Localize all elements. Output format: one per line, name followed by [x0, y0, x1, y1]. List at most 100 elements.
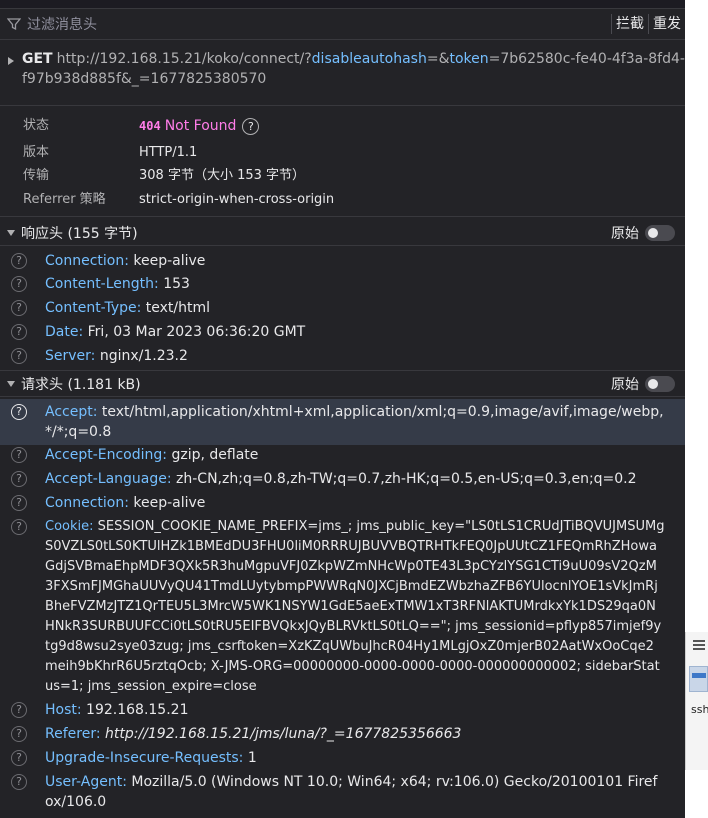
- header-row[interactable]: ? Server: nginx/1.23.2: [0, 346, 685, 366]
- top-tab-strip: [0, 0, 685, 9]
- filter-icon: [7, 18, 21, 31]
- header-row[interactable]: ? Upgrade-Insecure-Requests: 1: [0, 748, 685, 768]
- header-value: keep-alive: [133, 495, 206, 511]
- header-name: Accept-Encoding:: [45, 447, 168, 463]
- section-title: 响应头 (155 字节): [21, 226, 138, 242]
- summary-status-row: 状态 404 Not Found?: [23, 117, 260, 136]
- help-icon[interactable]: ?: [11, 702, 27, 718]
- header-name: Cookie:: [45, 519, 94, 534]
- url-prefix: http://192.168.15.21/koko/connect/?: [56, 51, 312, 67]
- header-value: 153: [163, 276, 190, 292]
- collapse-triangle-icon[interactable]: [7, 230, 15, 236]
- filter-bar: 过滤消息头 拦截 重发: [0, 9, 685, 40]
- header-row[interactable]: ? Accept-Encoding: gzip, deflate: [0, 445, 685, 465]
- help-icon[interactable]: ?: [11, 404, 27, 420]
- summary-transfer-row: 传输 308 字节（大小 153 字节）: [23, 167, 305, 185]
- help-icon[interactable]: ?: [11, 253, 27, 269]
- help-icon[interactable]: ?: [242, 118, 260, 135]
- header-name: Content-Length:: [45, 276, 159, 292]
- header-name: Accept:: [45, 404, 98, 420]
- header-name: User-Agent:: [45, 774, 127, 790]
- summary-label: 版本: [23, 145, 50, 160]
- filter-headers-input[interactable]: 过滤消息头: [27, 14, 611, 34]
- raw-toggle-label: 原始: [611, 377, 639, 393]
- request-method: GET: [22, 51, 53, 67]
- header-value: zh-CN,zh;q=0.8,zh-TW;q=0.7,zh-HK;q=0.5,e…: [176, 471, 637, 487]
- header-value: text/html: [145, 300, 211, 316]
- section-title: 请求头 (1.181 kB): [21, 377, 141, 393]
- help-icon[interactable]: ?: [11, 726, 27, 742]
- header-value: gzip, deflate: [171, 447, 259, 463]
- header-value: SESSION_COOKIE_NAME_PREFIX=jms_; jms_pub…: [45, 519, 665, 694]
- background-sidebar-widget: [685, 632, 708, 770]
- header-row[interactable]: ? User-Agent: Mozilla/5.0 (Windows NT 10…: [0, 772, 685, 812]
- header-value: Fri, 03 Mar 2023 06:36:20 GMT: [87, 324, 306, 340]
- header-name: Content-Type:: [45, 300, 142, 316]
- header-row-cookie[interactable]: ? Cookie: SESSION_COOKIE_NAME_PREFIX=jms…: [0, 517, 685, 697]
- help-icon[interactable]: ?: [11, 750, 27, 766]
- block-button[interactable]: 拦截: [611, 14, 648, 34]
- hamburger-menu-icon[interactable]: [693, 640, 705, 650]
- header-value: keep-alive: [133, 253, 206, 269]
- header-row[interactable]: ? Referer: http://192.168.15.21/jms/luna…: [0, 724, 685, 744]
- header-value: text/html,application/xhtml+xml,applicat…: [45, 404, 664, 440]
- header-value: http://192.168.15.21/jms/luna/?_=1677825…: [105, 726, 462, 742]
- header-row[interactable]: ? Date: Fri, 03 Mar 2023 06:36:20 GMT: [0, 322, 685, 342]
- summary-value: 308 字节（大小 153 字节）: [139, 168, 306, 183]
- raw-toggle[interactable]: [645, 225, 675, 241]
- header-name: Referer:: [45, 726, 101, 742]
- side-strip-label: ssh: [691, 703, 708, 716]
- request-url-line[interactable]: GET http://192.168.15.21/koko/connect/?di…: [0, 49, 685, 89]
- header-row[interactable]: ? Host: 192.168.15.21: [0, 700, 685, 720]
- header-row[interactable]: ? Content-Type: text/html: [0, 298, 685, 318]
- status-text: Not Found: [164, 118, 237, 134]
- header-name: Upgrade-Insecure-Requests:: [45, 750, 244, 766]
- help-icon[interactable]: ?: [11, 348, 27, 364]
- header-name: Host:: [45, 702, 82, 718]
- header-name: Connection:: [45, 253, 129, 269]
- divider: [0, 105, 685, 106]
- help-icon[interactable]: ?: [11, 276, 27, 292]
- summary-referrer-row: Referrer 策略 strict-origin-when-cross-ori…: [23, 191, 334, 209]
- header-row-selected[interactable]: ? Accept: text/html,application/xhtml+xm…: [0, 399, 685, 445]
- help-icon[interactable]: ?: [11, 300, 27, 316]
- summary-value: strict-origin-when-cross-origin: [139, 192, 335, 207]
- headers-panel: 过滤消息头 拦截 重发 GET http://192.168.15.21/koko…: [0, 0, 685, 818]
- collapse-triangle-icon[interactable]: [7, 381, 15, 387]
- header-value: 1: [247, 750, 257, 766]
- url-param-name: disableautohash: [311, 51, 427, 67]
- summary-version-row: 版本 HTTP/1.1: [23, 144, 197, 162]
- url-param-name: token: [449, 51, 489, 67]
- url-param-value: =&: [426, 51, 450, 67]
- header-row[interactable]: ? Accept-Language: zh-CN,zh;q=0.8,zh-TW;…: [0, 469, 685, 489]
- window-thumbnail-icon[interactable]: [689, 666, 708, 692]
- divider: [0, 216, 685, 217]
- help-icon[interactable]: ?: [11, 495, 27, 511]
- header-name: Date:: [45, 324, 84, 340]
- help-icon[interactable]: ?: [11, 774, 27, 790]
- header-value: 192.168.15.21: [86, 702, 189, 718]
- help-icon[interactable]: ?: [11, 471, 27, 487]
- raw-toggle-label: 原始: [611, 226, 639, 242]
- header-row[interactable]: ? Connection: keep-alive: [0, 251, 685, 271]
- summary-label: 传输: [23, 168, 50, 183]
- help-icon[interactable]: ?: [11, 447, 27, 463]
- header-value: Mozilla/5.0 (Windows NT 10.0; Win64; x64…: [45, 774, 658, 810]
- status-code-badge: 404: [139, 119, 161, 133]
- header-value: nginx/1.23.2: [99, 348, 188, 364]
- help-icon[interactable]: ?: [11, 519, 27, 535]
- response-headers-section[interactable]: 响应头 (155 字节) 原始: [0, 221, 685, 246]
- help-icon[interactable]: ?: [11, 324, 27, 340]
- header-name: Accept-Language:: [45, 471, 172, 487]
- header-name: Connection:: [45, 495, 129, 511]
- divider: [0, 370, 685, 371]
- resend-button[interactable]: 重发: [648, 14, 685, 34]
- summary-label: Referrer 策略: [23, 192, 106, 207]
- request-headers-section[interactable]: 请求头 (1.181 kB) 原始: [0, 372, 685, 397]
- header-row[interactable]: ? Content-Length: 153: [0, 274, 685, 294]
- header-row[interactable]: ? Connection: keep-alive: [0, 493, 685, 513]
- summary-value: HTTP/1.1: [139, 145, 198, 160]
- expand-triangle-icon[interactable]: [8, 57, 14, 65]
- raw-toggle[interactable]: [645, 376, 675, 392]
- summary-label: 状态: [23, 118, 50, 133]
